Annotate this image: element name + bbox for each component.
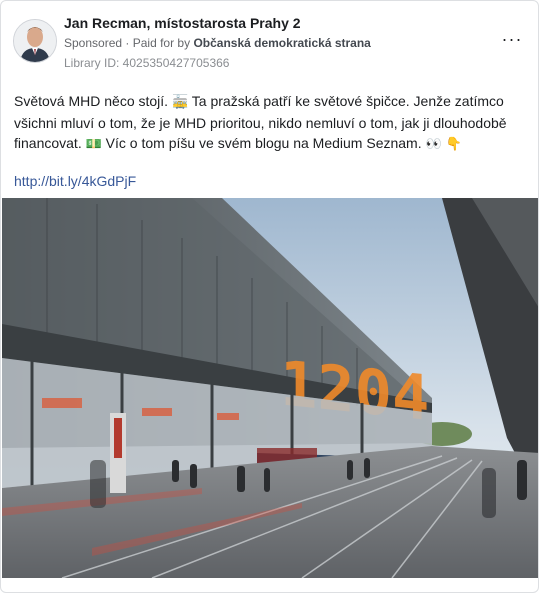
post-text-part-1: Světová MHD něco stojí. [14, 93, 172, 109]
page-name[interactable]: Jan Recman, místostarosta Prahy 2 [64, 13, 486, 33]
more-options-icon[interactable]: ··· [500, 30, 524, 49]
eyes-emoji-icon: 👀 [425, 137, 442, 152]
money-emoji-icon: 💵 [85, 137, 102, 152]
profile-avatar[interactable] [13, 19, 57, 63]
pointing-down-emoji-icon: 👇 [445, 137, 462, 152]
library-id: Library ID: 4025350427705366 [64, 56, 230, 70]
sponsor-line: Sponsored · Paid for by Občanská demokra… [64, 34, 486, 52]
post-header: Jan Recman, místostarosta Prahy 2 Sponso… [13, 13, 526, 73]
post-text: Světová MHD něco stojí. 🚋 Ta pražská pat… [14, 91, 514, 155]
tram-emoji-icon: 🚋 [171, 95, 189, 110]
post-text-part-3: Víc o tom píšu ve svém blogu na Medium S… [101, 135, 426, 151]
avatar-portrait-icon [14, 20, 56, 62]
sponsored-label: Sponsored [64, 36, 123, 50]
post-header-text: Jan Recman, místostarosta Prahy 2 Sponso… [64, 13, 486, 72]
post-image[interactable]: 1204 [2, 198, 538, 578]
ad-post-card: Jan Recman, místostarosta Prahy 2 Sponso… [0, 0, 539, 593]
station-rendering-image: 1204 [2, 198, 538, 578]
post-link[interactable]: http://bit.ly/4kGdPjF [14, 171, 136, 191]
paid-for-prefix: · Paid for by [125, 36, 191, 50]
paid-for-by: Občanská demokratická strana [193, 36, 371, 50]
